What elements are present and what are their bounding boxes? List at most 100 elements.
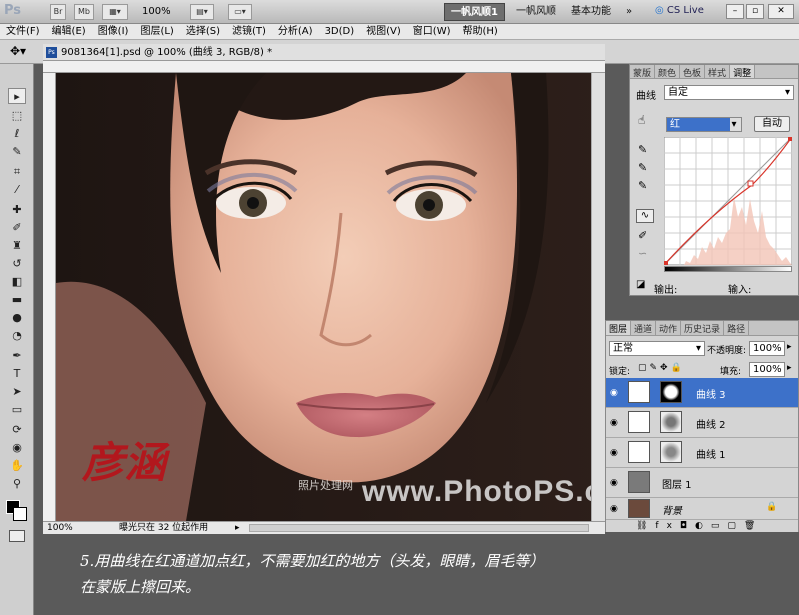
- zoom-level[interactable]: 100%: [142, 6, 171, 17]
- zoom-tool-icon[interactable]: ⚲: [8, 476, 26, 492]
- workspace-yifan[interactable]: 一帆风顺: [510, 3, 562, 21]
- eyedropper-black-icon[interactable]: ✎: [638, 143, 647, 156]
- menu-select[interactable]: 选择(S): [180, 24, 226, 40]
- opacity-field[interactable]: 100%: [749, 341, 785, 356]
- visibility-eye-icon[interactable]: ◉: [610, 448, 622, 458]
- visibility-eye-icon[interactable]: ◉: [610, 418, 622, 428]
- visibility-eye-icon[interactable]: ◉: [610, 388, 622, 398]
- eraser-tool-icon[interactable]: ◧: [8, 274, 26, 290]
- tab-styles[interactable]: 样式: [705, 65, 731, 78]
- dodge-tool-icon[interactable]: ◔: [8, 328, 26, 344]
- mini-bridge-button[interactable]: Mb: [74, 4, 94, 20]
- path-selection-tool-icon[interactable]: ➤: [8, 384, 26, 400]
- layer-row-curves-1[interactable]: ◉ 曲线 1: [606, 438, 798, 468]
- eyedropper-gray-icon[interactable]: ✎: [638, 161, 647, 174]
- menu-help[interactable]: 帮助(H): [457, 24, 504, 40]
- 3d-rotate-tool-icon[interactable]: ⟳: [8, 422, 26, 438]
- curve-smooth-icon[interactable]: ∽: [638, 247, 647, 260]
- tab-adjustments[interactable]: 调整: [730, 65, 756, 78]
- chevron-right-icon[interactable]: ▸: [787, 363, 792, 373]
- type-tool-icon[interactable]: T: [8, 366, 26, 382]
- minimize-button[interactable]: –: [726, 4, 744, 19]
- screen-mode-button[interactable]: ▭▾: [228, 4, 252, 20]
- bridge-button[interactable]: Br: [50, 4, 66, 20]
- layer-row-curves-2[interactable]: ◉ 曲线 2: [606, 408, 798, 438]
- status-menu-arrow[interactable]: ▸: [235, 522, 240, 534]
- close-button[interactable]: ✕: [768, 4, 794, 19]
- blur-tool-icon[interactable]: ●: [8, 310, 26, 326]
- status-zoom[interactable]: 100%: [47, 522, 73, 534]
- arrange-documents-button[interactable]: ▤▾: [190, 4, 214, 20]
- healing-brush-tool-icon[interactable]: ✚: [8, 202, 26, 218]
- clone-stamp-tool-icon[interactable]: ♜: [8, 238, 26, 254]
- pen-tool-icon[interactable]: ✒: [8, 348, 26, 364]
- history-brush-tool-icon[interactable]: ↺: [8, 256, 26, 272]
- preset-select[interactable]: 自定 ▾: [664, 85, 794, 100]
- brush-tool-icon[interactable]: ✐: [8, 220, 26, 236]
- on-image-adjust-icon[interactable]: ☝: [638, 113, 645, 127]
- layer-row-background[interactable]: ◉ 背景 🔒: [606, 498, 798, 520]
- cs-live-button[interactable]: ◎ CS Live: [655, 5, 704, 16]
- menu-image[interactable]: 图像(I): [92, 24, 135, 40]
- fill-field[interactable]: 100%: [749, 362, 785, 377]
- marquee-tool-icon[interactable]: ⬚: [8, 108, 26, 124]
- background-color-swatch[interactable]: [13, 507, 27, 521]
- channel-select[interactable]: 红 ▾: [666, 117, 742, 132]
- curve-edit-points-icon[interactable]: ∿: [636, 209, 654, 223]
- tab-channels[interactable]: 通道: [631, 321, 657, 335]
- tab-layers[interactable]: 图层: [606, 321, 632, 335]
- blend-mode-select[interactable]: 正常 ▾: [609, 341, 705, 356]
- shape-tool-icon[interactable]: ▭: [8, 402, 26, 418]
- lock-icons[interactable]: ▢✎✥🔒: [638, 363, 685, 373]
- view-extras-button[interactable]: ▦▾: [102, 4, 128, 20]
- 3d-orbit-tool-icon[interactable]: ◉: [8, 440, 26, 456]
- layer-row-curves-3[interactable]: ◉ 曲线 3: [606, 378, 798, 408]
- visibility-eye-icon[interactable]: ◉: [610, 478, 622, 488]
- menu-filter[interactable]: 滤镜(T): [226, 24, 272, 40]
- crop-tool-icon[interactable]: ⌗: [8, 164, 26, 180]
- menu-layer[interactable]: 图层(L): [134, 24, 179, 40]
- hand-tool-icon[interactable]: ✋: [8, 458, 26, 474]
- more-workspaces-button[interactable]: »: [620, 3, 638, 21]
- menu-edit[interactable]: 编辑(E): [46, 24, 92, 40]
- workspace-essentials[interactable]: 基本功能: [565, 3, 617, 21]
- layer-mask-thumbnail[interactable]: [660, 411, 682, 433]
- vertical-scrollbar[interactable]: [591, 73, 605, 521]
- layer-mask-thumbnail[interactable]: [660, 381, 682, 403]
- tab-paths[interactable]: 路径: [724, 321, 750, 335]
- menu-window[interactable]: 窗口(W): [407, 24, 457, 40]
- eyedropper-tool-icon[interactable]: ⁄: [8, 182, 26, 198]
- lasso-tool-icon[interactable]: ℓ: [8, 126, 26, 142]
- curve-draw-pencil-icon[interactable]: ✐: [638, 229, 647, 242]
- curves-graph[interactable]: [664, 137, 792, 265]
- move-tool-icon[interactable]: ✥▾: [10, 44, 26, 58]
- image-canvas[interactable]: 照片处理网 www.PhotoPS.com 彦涵: [56, 73, 605, 521]
- status-info[interactable]: 曝光只在 32 位起作用: [119, 522, 208, 534]
- workspace-yifan-1[interactable]: 一帆风顺1: [444, 3, 505, 21]
- document-tab[interactable]: Ps 9081364[1].psd @ 100% (曲线 3, RGB/8) *: [43, 44, 605, 61]
- menu-3d[interactable]: 3D(D): [319, 24, 361, 40]
- auto-button[interactable]: 自动: [754, 116, 790, 132]
- menu-file[interactable]: 文件(F): [0, 24, 46, 40]
- layer-row-layer-1[interactable]: ◉ 图层 1: [606, 468, 798, 498]
- visibility-eye-icon[interactable]: ◉: [610, 504, 622, 514]
- tab-color[interactable]: 颜色: [655, 65, 681, 78]
- tab-masks[interactable]: 蒙版: [630, 65, 656, 78]
- quick-mask-icon[interactable]: [9, 530, 25, 542]
- gradient-tool-icon[interactable]: ▬: [8, 292, 26, 308]
- horizontal-scrollbar[interactable]: [249, 524, 589, 532]
- tab-history[interactable]: 历史记录: [681, 321, 725, 335]
- eyedropper-white-icon[interactable]: ✎: [638, 179, 647, 192]
- move-tool-icon[interactable]: ▸: [8, 88, 26, 104]
- restore-button[interactable]: ▫: [746, 4, 764, 19]
- vertical-ruler[interactable]: [43, 73, 56, 521]
- layer-mask-thumbnail[interactable]: [660, 441, 682, 463]
- layers-footer-icons[interactable]: ⛓fx◘◐▭▢🗑: [606, 520, 798, 532]
- tab-swatches[interactable]: 色板: [680, 65, 706, 78]
- chevron-right-icon[interactable]: ▸: [787, 342, 792, 352]
- menu-view[interactable]: 视图(V): [360, 24, 407, 40]
- tab-actions[interactable]: 动作: [656, 321, 682, 335]
- menu-analysis[interactable]: 分析(A): [272, 24, 319, 40]
- horizontal-ruler[interactable]: [43, 61, 605, 73]
- quick-selection-tool-icon[interactable]: ✎: [8, 144, 26, 160]
